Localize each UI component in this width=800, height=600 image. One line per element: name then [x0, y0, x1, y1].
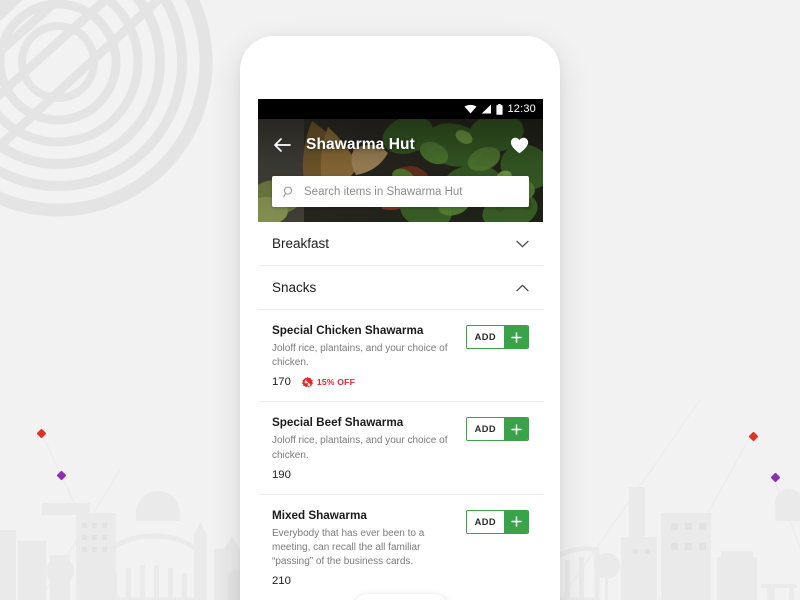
- search-placeholder: Search items in Shawarma Hut: [304, 186, 463, 198]
- menu-item-price-row: ঳190: [272, 469, 458, 481]
- add-button-label: ADD: [467, 418, 504, 440]
- menu-item-description: Joloff rice, plantains, and your choice …: [272, 342, 458, 370]
- menu-item-name: Special Beef Shawarma: [272, 416, 458, 429]
- hero-toolbar: Shawarma Hut: [258, 119, 543, 171]
- plus-icon: [504, 326, 528, 348]
- menu-item-description: Everybody that has ever been to a meetin…: [272, 527, 458, 570]
- search-icon: [283, 186, 295, 198]
- menu-item-name: Special Chicken Shawarma: [272, 324, 458, 337]
- back-arrow-icon[interactable]: [272, 135, 292, 155]
- cityscape-right-decoration: [545, 475, 800, 600]
- filters-button[interactable]: FILTERS: [352, 594, 448, 600]
- section-title: Breakfast: [272, 236, 329, 251]
- section-header-breakfast[interactable]: Breakfast: [258, 222, 543, 266]
- wifi-icon: [464, 104, 477, 114]
- menu-item-name: Mixed Shawarma: [272, 509, 458, 522]
- add-button[interactable]: ADD: [466, 325, 529, 349]
- phone-mockup: 12:30 Shawarma Hut Search items in Shawa…: [240, 36, 560, 600]
- chevron-down-icon: [516, 240, 529, 248]
- battery-icon: [496, 104, 503, 115]
- status-bar: 12:30: [258, 99, 543, 119]
- phone-screen: 12:30 Shawarma Hut Search items in Shawa…: [258, 99, 543, 600]
- menu-item-description: Joloff rice, plantains, and your choice …: [272, 434, 458, 462]
- signal-icon: [481, 104, 492, 114]
- menu-item[interactable]: Special Beef Shawarma Joloff rice, plant…: [258, 402, 543, 494]
- menu-item-info: Special Beef Shawarma Joloff rice, plant…: [272, 416, 458, 480]
- menu-item-price: ঳170: [272, 376, 291, 388]
- cityscape-left-decoration: [0, 475, 250, 600]
- plus-icon: [504, 511, 528, 533]
- menu-item-info: Special Chicken Shawarma Joloff rice, pl…: [272, 324, 458, 388]
- yarn-pattern-decoration: [0, 0, 268, 262]
- menu-item-price: ঳210: [272, 575, 291, 587]
- discount-seal-icon: [302, 377, 313, 388]
- menu-item-info: Mixed Shawarma Everybody that has ever b…: [272, 509, 458, 588]
- search-container: Search items in Shawarma Hut: [272, 176, 529, 207]
- add-button-label: ADD: [467, 326, 504, 348]
- section-title: Snacks: [272, 280, 316, 295]
- menu-item-price: ঳190: [272, 469, 291, 481]
- status-bar-time: 12:30: [507, 103, 536, 115]
- menu-item-price-row: ঳170 15% OFF: [272, 376, 458, 388]
- menu-item-price-row: ঳210: [272, 575, 458, 587]
- restaurant-hero: Shawarma Hut Search items in Shawarma Hu…: [258, 119, 543, 222]
- section-header-snacks[interactable]: Snacks: [258, 266, 543, 310]
- chevron-up-icon: [516, 284, 529, 292]
- page-title: Shawarma Hut: [306, 136, 496, 154]
- add-button[interactable]: ADD: [466, 417, 529, 441]
- discount-text: 15% OFF: [317, 377, 355, 387]
- discount-badge: 15% OFF: [302, 377, 355, 388]
- plus-icon: [504, 418, 528, 440]
- add-button-label: ADD: [467, 511, 504, 533]
- menu-list: Breakfast Snacks Special Chicken Shawarm…: [258, 222, 543, 600]
- snacks-item-list: Special Chicken Shawarma Joloff rice, pl…: [258, 310, 543, 600]
- menu-item[interactable]: Special Chicken Shawarma Joloff rice, pl…: [258, 310, 543, 402]
- menu-item[interactable]: Mixed Shawarma Everybody that has ever b…: [258, 495, 543, 600]
- search-input[interactable]: Search items in Shawarma Hut: [272, 176, 529, 207]
- heart-icon[interactable]: [510, 136, 529, 155]
- add-button[interactable]: ADD: [466, 510, 529, 534]
